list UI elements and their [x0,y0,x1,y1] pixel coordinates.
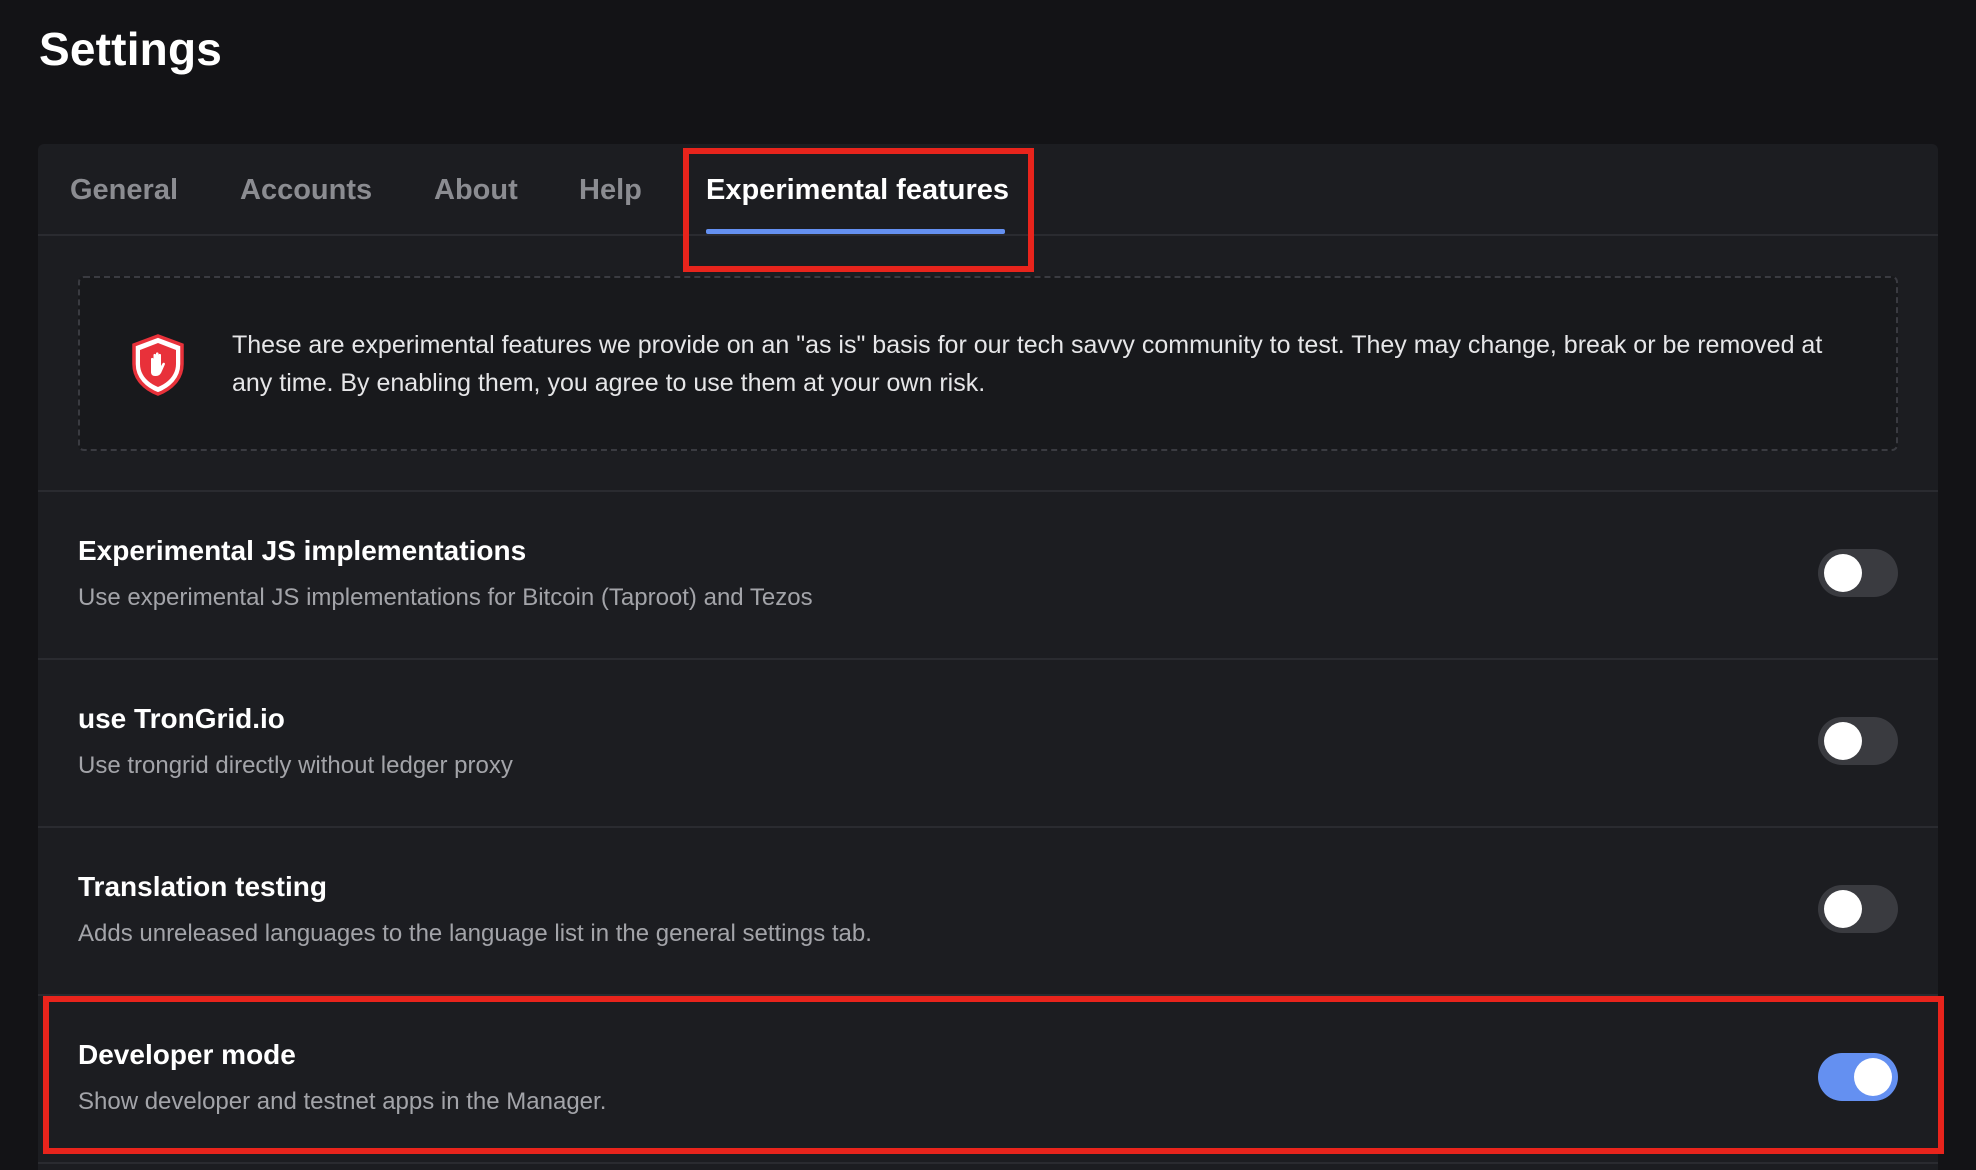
setting-description: Use trongrid directly without ledger pro… [78,752,513,779]
notice-text: These are experimental features we provi… [232,331,1823,397]
shield-hand-icon [132,334,184,396]
tab-help[interactable]: Help [579,174,642,207]
setting-title: use TronGrid.io [78,703,285,734]
tab-bar: General Accounts About Help Experimental… [38,144,1938,236]
page-title: Settings [39,23,223,75]
developer-mode-toggle[interactable] [1818,1053,1898,1101]
settings-panel: General Accounts About Help Experimental… [38,144,1938,1170]
experimental-warning-notice: These are experimental features we provi… [78,276,1898,451]
setting-description: Show developer and testnet apps in the M… [78,1088,607,1115]
setting-row-translation-testing: Translation testing Adds unreleased lang… [38,828,1938,994]
trongrid-toggle[interactable] [1818,717,1898,765]
experimental-js-toggle[interactable] [1818,549,1898,597]
setting-description: Use experimental JS implementations for … [78,584,813,611]
setting-row-developer-mode: Developer mode Show developer and testne… [38,996,1938,1162]
setting-description: Adds unreleased languages to the languag… [78,920,872,947]
setting-title: Experimental JS implementations [78,535,527,566]
setting-row-experimental-js: Experimental JS implementations Use expe… [38,492,1938,658]
active-tab-indicator [706,229,1005,234]
tab-general[interactable]: General [70,174,178,207]
toggle-knob [1854,1058,1892,1096]
tab-accounts[interactable]: Accounts [240,174,372,207]
tab-about[interactable]: About [434,174,518,207]
toggle-knob [1824,722,1862,760]
tab-experimental-features[interactable]: Experimental features [706,174,1009,207]
setting-row-trongrid: use TronGrid.io Use trongrid directly wi… [38,660,1938,826]
translation-testing-toggle[interactable] [1818,885,1898,933]
divider [38,1162,1938,1164]
toggle-knob [1824,890,1862,928]
toggle-knob [1824,554,1862,592]
setting-title: Translation testing [78,871,327,902]
setting-title: Developer mode [78,1039,296,1070]
